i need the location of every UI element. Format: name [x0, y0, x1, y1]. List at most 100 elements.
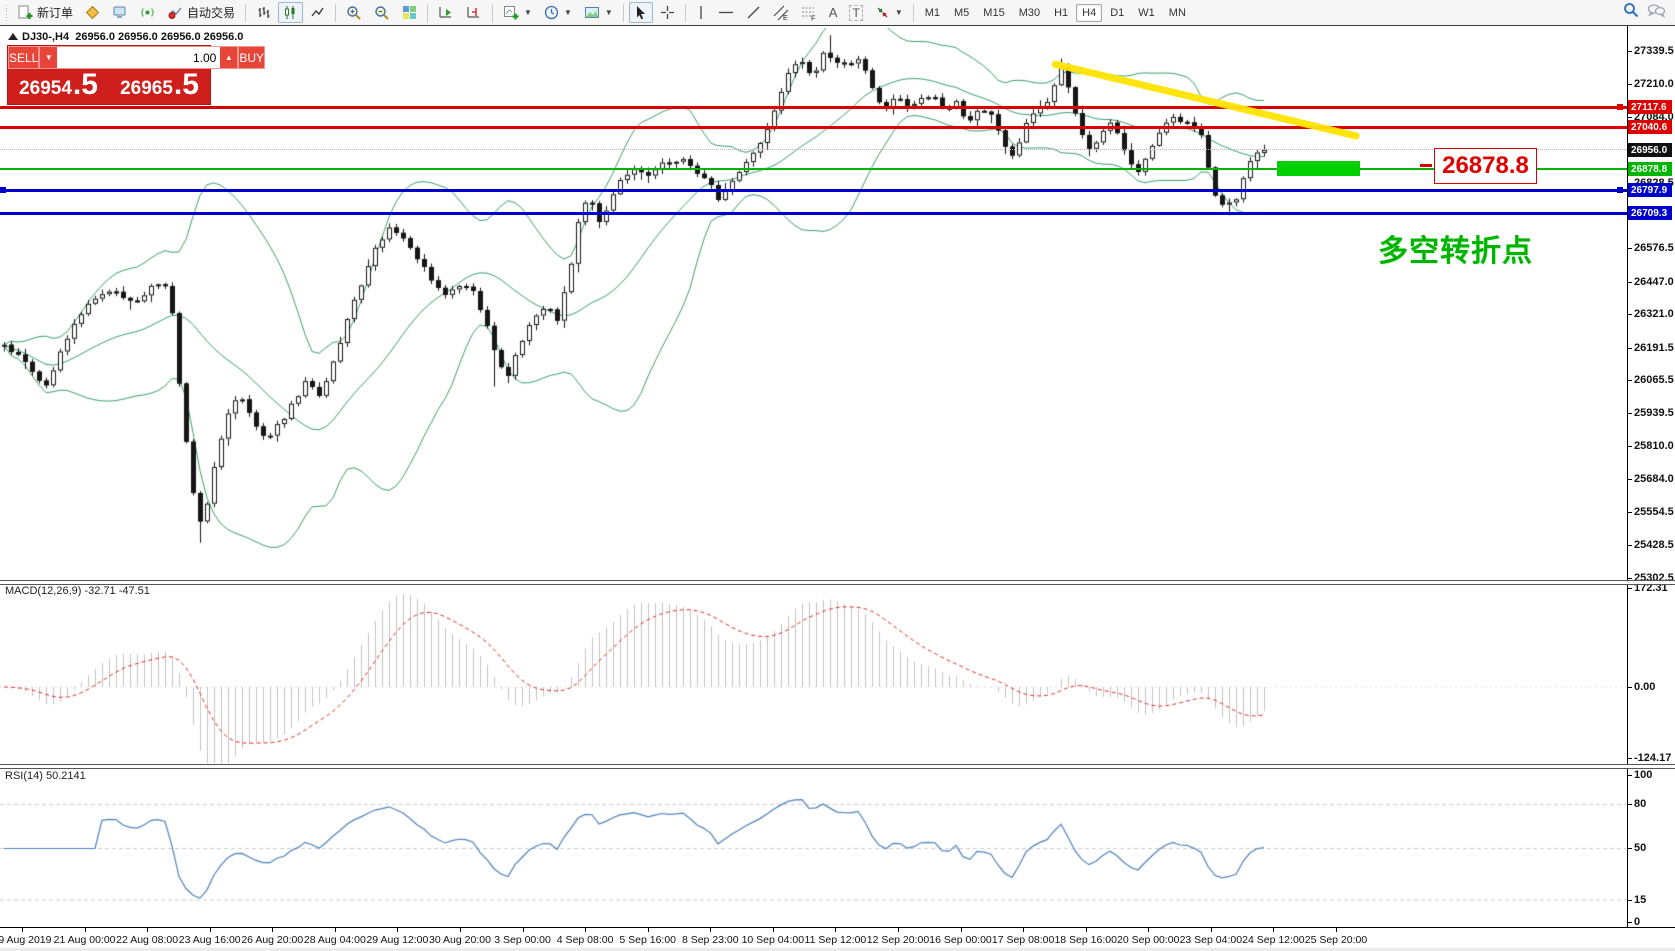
timeframe-D1[interactable]: D1 [1104, 4, 1130, 22]
time-axis-label: 26 Aug 20:00 [241, 934, 303, 946]
green-highlight-rectangle[interactable] [1277, 161, 1360, 176]
line-anchor-marker[interactable] [1617, 104, 1623, 110]
terminal-icon [112, 5, 128, 20]
timeframe-M30[interactable]: M30 [1013, 4, 1046, 22]
line-anchor-marker[interactable] [0, 187, 6, 193]
buy-button[interactable]: BUY [238, 46, 265, 69]
pane-divider[interactable] [0, 580, 1675, 585]
line-chart-button[interactable] [305, 2, 330, 23]
price-tick-label: 25554.5 [1634, 506, 1674, 518]
time-tick [147, 928, 148, 932]
time-axis-label: 12 Sep 20:00 [867, 934, 929, 946]
toolbar-grip[interactable] [4, 5, 8, 21]
sell-button[interactable]: SELL [8, 46, 39, 69]
timeframe-M15[interactable]: M15 [977, 4, 1010, 22]
time-tick [460, 928, 461, 932]
price-tick-label: 27339.5 [1634, 45, 1674, 57]
toolbar: 新订单 自动交易 ▼ ▼ ▼ E F A T ▼ M1M5M15M30H1H4D… [0, 0, 1675, 25]
auto-scroll-icon [438, 5, 454, 20]
timeframe-MN[interactable]: MN [1163, 4, 1192, 22]
vertical-line-button[interactable] [691, 2, 711, 23]
new-order-button[interactable]: 新订单 [12, 2, 78, 23]
autotrading-button[interactable]: 自动交易 [162, 2, 240, 23]
volume-decrease-button[interactable]: ▼ [40, 47, 57, 68]
timeframe-W1[interactable]: W1 [1132, 4, 1161, 22]
horizontal-level-line[interactable] [0, 126, 1627, 129]
horizontal-level-line[interactable] [0, 106, 1627, 109]
tile-windows-button[interactable] [397, 2, 422, 23]
cursor-button[interactable] [629, 2, 653, 23]
crosshair-button[interactable] [655, 2, 680, 23]
terminal-button[interactable] [107, 2, 133, 23]
time-axis-label: 4 Sep 08:00 [557, 934, 614, 946]
channel-letter: E [783, 15, 788, 21]
time-axis-label: 8 Sep 23:00 [682, 934, 739, 946]
price-tick-label: 25428.5 [1634, 539, 1674, 551]
price-badge: 26878.8 [1628, 162, 1672, 176]
time-tick [710, 928, 711, 932]
time-tick [523, 928, 524, 932]
price-tick-label: 80 [1634, 798, 1646, 810]
period-button[interactable]: ▼ [539, 2, 577, 23]
time-axis[interactable]: 19 Aug 201921 Aug 00:0022 Aug 08:0023 Au… [0, 928, 1675, 948]
horizontal-level-line[interactable] [0, 168, 1627, 170]
horizontal-line-button[interactable] [713, 2, 739, 23]
time-tick [22, 928, 23, 932]
zoom-out-button[interactable] [369, 2, 395, 23]
buy-price[interactable]: 26965 .5 [109, 69, 210, 104]
time-axis-label: 5 Sep 16:00 [619, 934, 676, 946]
label-button[interactable]: T [844, 2, 867, 23]
fibonacci-button[interactable]: F [796, 2, 822, 23]
template-button[interactable]: ▼ [579, 2, 618, 23]
horizontal-level-line[interactable] [0, 212, 1627, 215]
pane-divider[interactable] [0, 764, 1675, 769]
volume-increase-button[interactable]: ▲ [220, 47, 237, 68]
pivot-annotation-text[interactable]: 多空转折点 [1378, 226, 1533, 270]
one-click-trade-panel: SELL ▼ ▲ BUY 26954 .5 26965 .5 [8, 46, 210, 104]
time-tick [1023, 928, 1024, 932]
time-axis-label: 18 Sep 16:00 [1054, 934, 1116, 946]
arrows-button[interactable]: ▼ [870, 2, 908, 23]
chat-icon[interactable] [1647, 3, 1665, 23]
time-axis-label: 25 Sep 20:00 [1305, 934, 1367, 946]
candlestick-chart-button[interactable] [278, 2, 303, 23]
price-chart-canvas[interactable] [0, 0, 1675, 951]
chart-shift-button[interactable] [461, 2, 487, 23]
channel-button[interactable]: E [768, 2, 794, 23]
time-tick [1211, 928, 1212, 932]
label-icon: T [849, 5, 862, 21]
separator [427, 4, 428, 22]
candlestick-icon [283, 5, 298, 20]
bar-chart-button[interactable] [251, 2, 276, 23]
line-anchor-marker[interactable] [1617, 187, 1623, 193]
timeframe-M5[interactable]: M5 [948, 4, 975, 22]
volume-input[interactable] [57, 47, 220, 68]
horizontal-level-line[interactable] [0, 189, 1627, 192]
signals-button[interactable] [135, 2, 160, 23]
price-axis[interactable]: 27339.527210.027084.026828.526576.526447… [1628, 26, 1675, 927]
zoom-in-button[interactable] [341, 2, 367, 23]
price-tick-label: 100 [1634, 769, 1652, 781]
pivot-price-label[interactable]: 26878.8 [1434, 148, 1537, 184]
gold-diamond-icon [85, 5, 100, 20]
indicators-button[interactable]: ▼ [498, 2, 537, 23]
trendline-button[interactable] [741, 2, 766, 23]
time-tick [1086, 928, 1087, 932]
arrows-icon [875, 5, 890, 20]
timeframe-H4[interactable]: H4 [1076, 4, 1102, 22]
metaeditor-button[interactable] [80, 2, 105, 23]
timeframe-M1[interactable]: M1 [919, 4, 946, 22]
timeframe-H1[interactable]: H1 [1048, 4, 1074, 22]
macd-label: MACD(12,26,9) -32.71 -47.51 [5, 585, 150, 597]
symbol-triangle-icon[interactable] [8, 33, 18, 40]
time-axis-label: 29 Aug 12:00 [366, 934, 428, 946]
time-tick [898, 928, 899, 932]
auto-scroll-button[interactable] [433, 2, 459, 23]
search-icon[interactable] [1623, 2, 1639, 23]
text-button[interactable]: A [824, 2, 843, 23]
trendline-icon [746, 5, 761, 20]
sell-price-pip: .5 [73, 71, 98, 99]
time-axis-label: 3 Sep 00:00 [494, 934, 551, 946]
sell-price[interactable]: 26954 .5 [8, 69, 109, 104]
time-axis-label: 21 Aug 00:00 [54, 934, 116, 946]
